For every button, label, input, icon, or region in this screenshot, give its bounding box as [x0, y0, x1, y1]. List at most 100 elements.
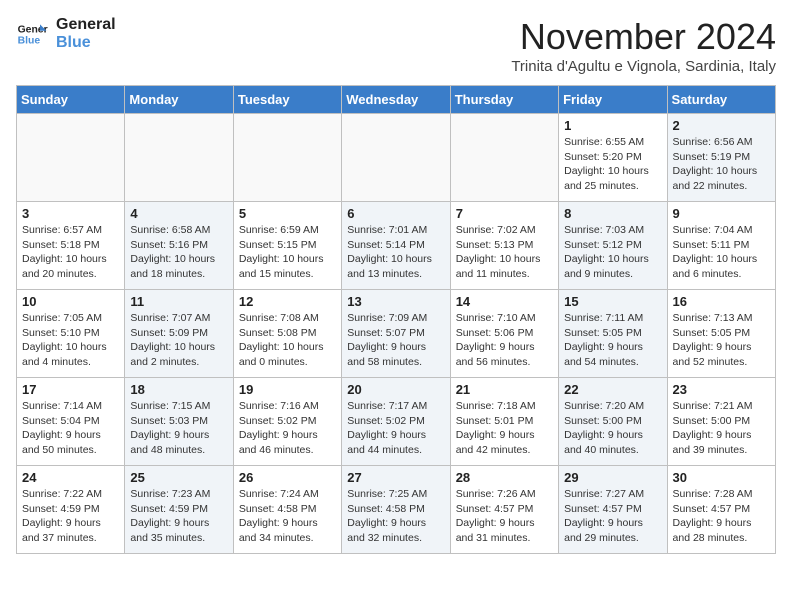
cal-cell-29: 29Sunrise: 7:27 AM Sunset: 4:57 PM Dayli…	[559, 466, 667, 554]
day-number: 6	[347, 206, 444, 221]
cal-cell-30: 30Sunrise: 7:28 AM Sunset: 4:57 PM Dayli…	[667, 466, 775, 554]
day-info: Sunrise: 7:02 AM Sunset: 5:13 PM Dayligh…	[456, 223, 553, 282]
cal-cell-7: 7Sunrise: 7:02 AM Sunset: 5:13 PM Daylig…	[450, 202, 558, 290]
header-row: SundayMondayTuesdayWednesdayThursdayFrid…	[17, 86, 776, 114]
day-number: 1	[564, 118, 661, 133]
cal-cell-5: 5 Sunrise: 6:59 AM Sunset: 5:15 PM Daylig…	[233, 202, 341, 290]
day-info: Sunrise: 7:16 AM Sunset: 5:02 PM Dayligh…	[239, 399, 336, 458]
cal-cell-1: 1 Sunrise: 6:55 AM Sunset: 5:20 PM Daylig…	[559, 114, 667, 202]
day-number: 13	[347, 294, 444, 309]
cal-cell-empty-0-4	[450, 114, 558, 202]
col-header-saturday: Saturday	[667, 86, 775, 114]
day-number: 23	[673, 382, 770, 397]
cal-cell-4: 4Sunrise: 6:58 AM Sunset: 5:16 PM Daylig…	[125, 202, 233, 290]
day-info: Sunrise: 7:20 AM Sunset: 5:00 PM Dayligh…	[564, 399, 661, 458]
day-number: 10	[22, 294, 119, 309]
cal-cell-9: 9 Sunrise: 7:04 AM Sunset: 5:11 PM Daylig…	[667, 202, 775, 290]
cal-cell-17: 17 Sunrise: 7:14 AM Sunset: 5:04 PM Dayli…	[17, 378, 125, 466]
col-header-thursday: Thursday	[450, 86, 558, 114]
week-row-1: 1 Sunrise: 6:55 AM Sunset: 5:20 PM Daylig…	[17, 114, 776, 202]
day-info: Sunrise: 6:59 AM Sunset: 5:15 PM Dayligh…	[239, 223, 336, 282]
col-header-wednesday: Wednesday	[342, 86, 450, 114]
week-row-5: 24 Sunrise: 7:22 AM Sunset: 4:59 PM Dayli…	[17, 466, 776, 554]
day-number: 21	[456, 382, 553, 397]
day-number: 12	[239, 294, 336, 309]
day-number: 20	[347, 382, 444, 397]
page-header: General Blue General Blue November 2024 …	[16, 16, 776, 75]
cal-cell-20: 20 Sunrise: 7:17 AM Sunset: 5:02 PM Dayli…	[342, 378, 450, 466]
svg-text:Blue: Blue	[18, 35, 41, 46]
day-number: 3	[22, 206, 119, 221]
logo: General Blue General Blue	[16, 16, 116, 51]
day-number: 30	[673, 470, 770, 485]
cal-cell-22: 22 Sunrise: 7:20 AM Sunset: 5:00 PM Dayli…	[559, 378, 667, 466]
cal-cell-23: 23 Sunrise: 7:21 AM Sunset: 5:00 PM Dayli…	[667, 378, 775, 466]
day-info: Sunrise: 6:55 AM Sunset: 5:20 PM Dayligh…	[564, 135, 661, 194]
cal-cell-14: 14 Sunrise: 7:10 AM Sunset: 5:06 PM Dayli…	[450, 290, 558, 378]
cal-cell-11: 11 Sunrise: 7:07 AM Sunset: 5:09 PM Dayli…	[125, 290, 233, 378]
cal-cell-25: 25 Sunrise: 7:23 AM Sunset: 4:59 PM Dayli…	[125, 466, 233, 554]
day-number: 22	[564, 382, 661, 397]
day-info: Sunrise: 7:04 AM Sunset: 5:11 PM Dayligh…	[673, 223, 770, 282]
week-row-3: 10 Sunrise: 7:05 AM Sunset: 5:10 PM Dayli…	[17, 290, 776, 378]
day-number: 15	[564, 294, 661, 309]
day-number: 17	[22, 382, 119, 397]
day-info: Sunrise: 7:24 AM Sunset: 4:58 PM Dayligh…	[239, 487, 336, 546]
day-info: Sunrise: 7:27 AM Sunset: 4:57 PM Dayligh…	[564, 487, 661, 546]
cal-cell-12: 12 Sunrise: 7:08 AM Sunset: 5:08 PM Dayli…	[233, 290, 341, 378]
day-number: 25	[130, 470, 227, 485]
day-number: 24	[22, 470, 119, 485]
day-info: Sunrise: 7:26 AM Sunset: 4:57 PM Dayligh…	[456, 487, 553, 546]
logo-icon: General Blue	[16, 18, 48, 50]
day-info: Sunrise: 7:07 AM Sunset: 5:09 PM Dayligh…	[130, 311, 227, 370]
day-info: Sunrise: 7:03 AM Sunset: 5:12 PM Dayligh…	[564, 223, 661, 282]
cal-cell-24: 24 Sunrise: 7:22 AM Sunset: 4:59 PM Dayli…	[17, 466, 125, 554]
cal-cell-6: 6 Sunrise: 7:01 AM Sunset: 5:14 PM Daylig…	[342, 202, 450, 290]
cal-cell-10: 10 Sunrise: 7:05 AM Sunset: 5:10 PM Dayli…	[17, 290, 125, 378]
day-info: Sunrise: 7:17 AM Sunset: 5:02 PM Dayligh…	[347, 399, 444, 458]
day-info: Sunrise: 7:22 AM Sunset: 4:59 PM Dayligh…	[22, 487, 119, 546]
col-header-sunday: Sunday	[17, 86, 125, 114]
cal-cell-empty-0-3	[342, 114, 450, 202]
day-number: 19	[239, 382, 336, 397]
col-header-monday: Monday	[125, 86, 233, 114]
day-info: Sunrise: 7:21 AM Sunset: 5:00 PM Dayligh…	[673, 399, 770, 458]
cal-cell-15: 15 Sunrise: 7:11 AM Sunset: 5:05 PM Dayli…	[559, 290, 667, 378]
cal-cell-26: 26 Sunrise: 7:24 AM Sunset: 4:58 PM Dayli…	[233, 466, 341, 554]
day-info: Sunrise: 7:13 AM Sunset: 5:05 PM Dayligh…	[673, 311, 770, 370]
day-info: Sunrise: 7:14 AM Sunset: 5:04 PM Dayligh…	[22, 399, 119, 458]
cal-cell-empty-0-0	[17, 114, 125, 202]
day-number: 26	[239, 470, 336, 485]
calendar-table: SundayMondayTuesdayWednesdayThursdayFrid…	[16, 85, 776, 554]
day-number: 11	[130, 294, 227, 309]
day-number: 4	[130, 206, 227, 221]
cal-cell-16: 16 Sunrise: 7:13 AM Sunset: 5:05 PM Dayli…	[667, 290, 775, 378]
day-info: Sunrise: 7:25 AM Sunset: 4:58 PM Dayligh…	[347, 487, 444, 546]
day-info: Sunrise: 7:10 AM Sunset: 5:06 PM Dayligh…	[456, 311, 553, 370]
cal-cell-19: 19 Sunrise: 7:16 AM Sunset: 5:02 PM Dayli…	[233, 378, 341, 466]
day-number: 5	[239, 206, 336, 221]
cal-cell-27: 27Sunrise: 7:25 AM Sunset: 4:58 PM Dayli…	[342, 466, 450, 554]
day-number: 16	[673, 294, 770, 309]
logo-line1: General	[56, 16, 116, 34]
day-number: 18	[130, 382, 227, 397]
day-number: 28	[456, 470, 553, 485]
day-number: 2	[673, 118, 770, 133]
day-number: 14	[456, 294, 553, 309]
cal-cell-18: 18 Sunrise: 7:15 AM Sunset: 5:03 PM Dayli…	[125, 378, 233, 466]
day-info: Sunrise: 7:05 AM Sunset: 5:10 PM Dayligh…	[22, 311, 119, 370]
week-row-4: 17 Sunrise: 7:14 AM Sunset: 5:04 PM Dayli…	[17, 378, 776, 466]
day-info: Sunrise: 7:15 AM Sunset: 5:03 PM Dayligh…	[130, 399, 227, 458]
day-info: Sunrise: 7:23 AM Sunset: 4:59 PM Dayligh…	[130, 487, 227, 546]
day-info: Sunrise: 7:01 AM Sunset: 5:14 PM Dayligh…	[347, 223, 444, 282]
cal-cell-13: 13Sunrise: 7:09 AM Sunset: 5:07 PM Dayli…	[342, 290, 450, 378]
month-title: November 2024	[511, 16, 776, 58]
day-info: Sunrise: 7:08 AM Sunset: 5:08 PM Dayligh…	[239, 311, 336, 370]
day-number: 8	[564, 206, 661, 221]
cal-cell-21: 21Sunrise: 7:18 AM Sunset: 5:01 PM Dayli…	[450, 378, 558, 466]
day-info: Sunrise: 7:11 AM Sunset: 5:05 PM Dayligh…	[564, 311, 661, 370]
cal-cell-3: 3Sunrise: 6:57 AM Sunset: 5:18 PM Daylig…	[17, 202, 125, 290]
title-block: November 2024 Trinita d'Agultu e Vignola…	[511, 16, 776, 75]
day-number: 9	[673, 206, 770, 221]
col-header-friday: Friday	[559, 86, 667, 114]
